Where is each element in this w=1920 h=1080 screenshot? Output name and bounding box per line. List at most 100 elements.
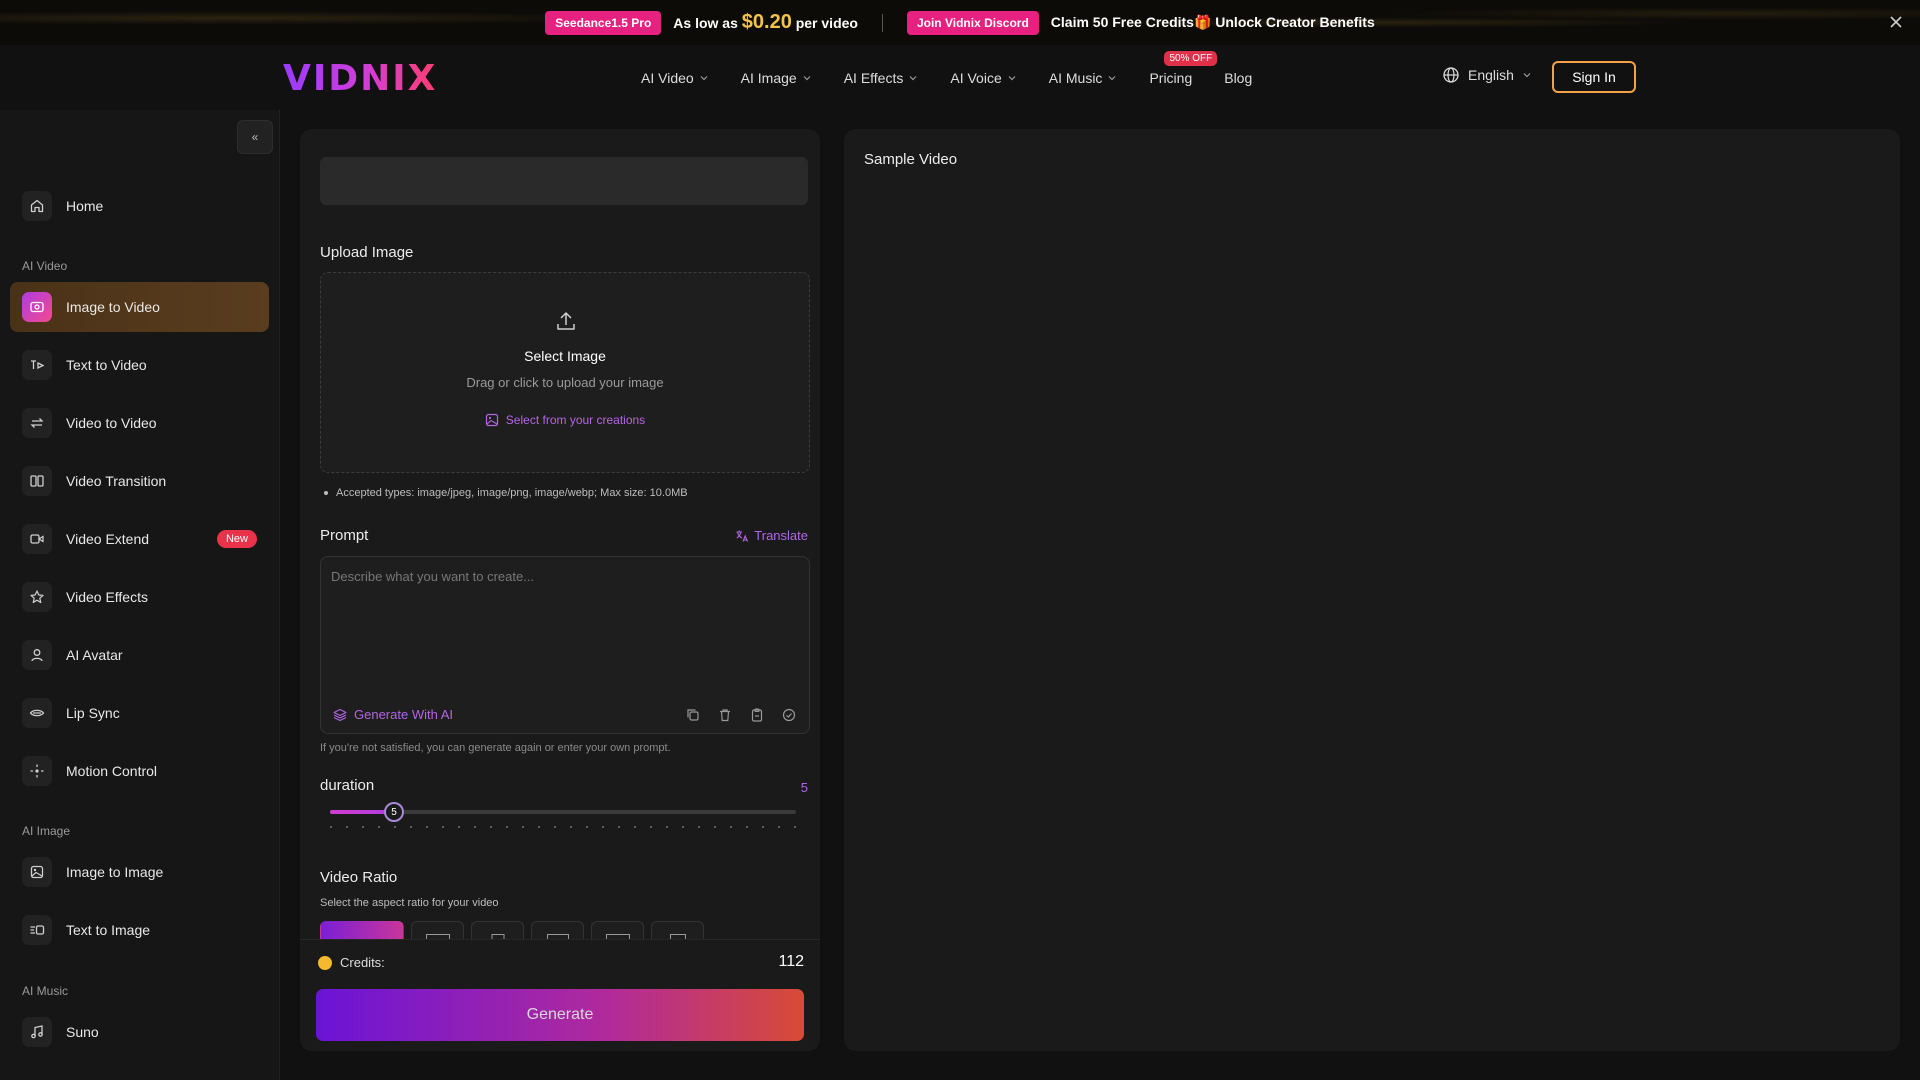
- trash-icon[interactable]: [717, 707, 733, 723]
- gallery-icon: [485, 413, 499, 427]
- collapse-sidebar-button[interactable]: «: [237, 120, 273, 154]
- section-ai-music: AI Music: [22, 984, 69, 998]
- slider-tick: [346, 826, 348, 828]
- generation-panel: Upload Image Select Image Drag or click …: [300, 129, 820, 1051]
- nav-blog[interactable]: Blog: [1224, 70, 1252, 86]
- upload-dropzone[interactable]: Select Image Drag or click to upload you…: [320, 272, 810, 473]
- slider-tick: [602, 826, 604, 828]
- swap-icon: [22, 408, 52, 438]
- sidebar-item-label: Video to Video: [66, 415, 157, 431]
- duration-slider[interactable]: 5: [330, 802, 796, 834]
- sidebar-item-image-to-video[interactable]: Image to Video: [10, 282, 269, 332]
- credits-label: Credits:: [340, 955, 385, 970]
- chevron-down-icon: [699, 73, 709, 83]
- sample-video-title: Sample Video: [864, 151, 958, 168]
- generate-button[interactable]: Generate: [316, 989, 804, 1041]
- slider-tick: [794, 826, 796, 828]
- close-icon[interactable]: [1886, 12, 1906, 32]
- slider-tick: [538, 826, 540, 828]
- prompt-input[interactable]: [321, 557, 809, 697]
- lips-icon: [22, 698, 52, 728]
- slider-ticks: [330, 826, 796, 829]
- promo-divider: [881, 13, 883, 32]
- slider-tick: [650, 826, 652, 828]
- image-icon: [22, 857, 52, 887]
- minus-circle-icon[interactable]: [781, 707, 797, 723]
- sidebar-item-video-effects[interactable]: Video Effects: [10, 572, 269, 622]
- new-badge: New: [216, 530, 257, 548]
- upload-label: Upload Image: [320, 244, 414, 261]
- layers-icon: [333, 708, 347, 722]
- duration-label: duration: [320, 777, 375, 794]
- section-ai-video: AI Video: [22, 259, 68, 273]
- nav-ai-voice[interactable]: AI Voice: [950, 70, 1016, 86]
- sidebar-item-home[interactable]: Home: [10, 181, 269, 231]
- translate-button[interactable]: Translate: [735, 528, 808, 543]
- seedance-badge[interactable]: Seedance1.5 Pro: [545, 10, 662, 35]
- copy-icon[interactable]: [685, 707, 701, 723]
- vidnix-logo[interactable]: VIDNIX: [283, 58, 437, 99]
- sidebar-item-video-extend[interactable]: Video Extend New: [10, 514, 269, 564]
- sidebar-item-ai-avatar[interactable]: AI Avatar: [10, 630, 269, 680]
- image-video-icon: [22, 292, 52, 322]
- sidebar-item-label: Video Effects: [66, 589, 148, 605]
- slider-tick: [762, 826, 764, 828]
- slider-tick: [442, 826, 444, 828]
- credits-info: Credits:: [318, 955, 385, 970]
- sidebar-item-label: Image to Video: [66, 299, 160, 315]
- prompt-tools: [685, 707, 797, 723]
- sign-in-button[interactable]: Sign In: [1552, 61, 1636, 93]
- sidebar-item-motion-control[interactable]: Motion Control: [10, 746, 269, 796]
- person-icon: [22, 640, 52, 670]
- paste-icon[interactable]: [749, 707, 765, 723]
- sidebar-item-label: Text to Image: [66, 922, 151, 938]
- music-icon: [22, 1017, 52, 1047]
- nav-label: Blog: [1224, 69, 1253, 86]
- sidebar-item-suno[interactable]: Suno: [10, 1007, 269, 1057]
- nav-ai-image[interactable]: AI Image: [741, 70, 812, 86]
- credits-value: 112: [778, 953, 804, 970]
- slider-tick: [586, 826, 588, 828]
- sidebar-item-text-to-image[interactable]: Text to Image: [10, 905, 269, 955]
- slider-tick: [426, 826, 428, 828]
- slider-tick: [330, 826, 332, 828]
- text-image-icon: [22, 915, 52, 945]
- nav-ai-video[interactable]: AI Video: [641, 70, 709, 86]
- sidebar-item-text-to-video[interactable]: Text to Video: [10, 340, 269, 390]
- sidebar-item-label: Suno: [66, 1024, 99, 1040]
- slider-tick: [666, 826, 668, 828]
- promo-unit: per video: [795, 15, 858, 31]
- nav-ai-effects[interactable]: AI Effects: [844, 70, 919, 86]
- select-image-text: Select Image: [524, 348, 606, 364]
- chevron-down-icon: [1107, 73, 1117, 83]
- nav-label: Pricing: [1149, 69, 1193, 86]
- sidebar-item-lip-sync[interactable]: Lip Sync: [10, 688, 269, 738]
- slider-tick: [362, 826, 364, 828]
- sample-video-panel: Sample Video: [844, 129, 1900, 1051]
- sidebar-item-video-to-video[interactable]: Video to Video: [10, 398, 269, 448]
- top-header: VIDNIX AI Video AI Image AI Effects AI V…: [0, 45, 1920, 110]
- accepted-types-note: Accepted types: image/jpeg, image/png, i…: [324, 487, 688, 499]
- duration-value: 5: [800, 780, 808, 795]
- drag-upload-text: Drag or click to upload your image: [466, 375, 664, 390]
- coin-icon: [318, 955, 332, 970]
- sidebar-item-video-transition[interactable]: Video Transition: [10, 456, 269, 506]
- slider-handle[interactable]: 5: [384, 802, 404, 822]
- home-icon: [22, 191, 52, 221]
- select-creations-label: Select from your creations: [505, 413, 646, 427]
- slider-tick: [506, 826, 508, 828]
- nav-pricing[interactable]: 50% OFF Pricing: [1149, 50, 1218, 86]
- nav-ai-music[interactable]: AI Music: [1049, 70, 1118, 86]
- sidebar-item-label: Lip Sync: [66, 705, 120, 721]
- sidebar-item-image-to-image[interactable]: Image to Image: [10, 847, 269, 897]
- chevron-down-icon: [802, 73, 812, 83]
- model-tab-bar[interactable]: [320, 157, 808, 205]
- slider-tick: [746, 826, 748, 828]
- language-selector[interactable]: English: [1442, 66, 1532, 84]
- extend-icon: [22, 524, 52, 554]
- slider-tick: [474, 826, 476, 828]
- select-creations-link[interactable]: Select from your creations: [321, 413, 809, 427]
- discord-button[interactable]: Join Vidnix Discord: [906, 10, 1039, 35]
- slider-tick: [378, 826, 380, 828]
- generate-with-ai-button[interactable]: Generate With AI: [333, 707, 453, 722]
